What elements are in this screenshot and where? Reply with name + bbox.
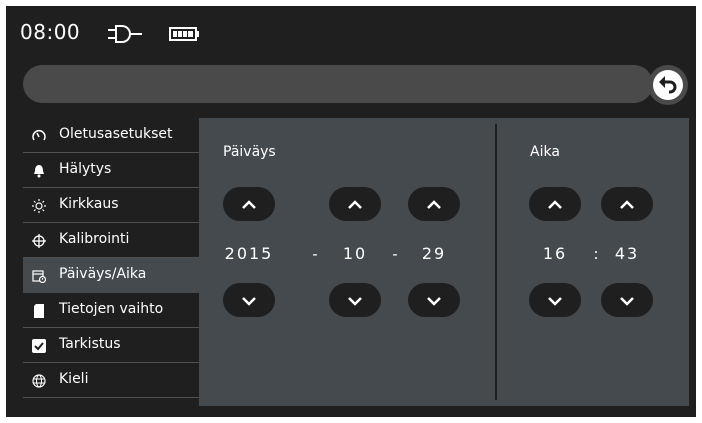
sidebar-item-label: Kirkkaus [59, 196, 119, 212]
chevron-up-icon [547, 195, 563, 214]
chevron-down-icon [547, 291, 563, 310]
device-screen: 08:00 Oletusasetukset Hälytys Kirkkaus K… [6, 6, 696, 417]
globe-icon [31, 373, 47, 389]
sidebar-item-defaults[interactable]: Oletusasetukset [23, 118, 199, 153]
chevron-down-icon [426, 291, 442, 310]
settings-sidebar: Oletusasetukset Hälytys Kirkkaus Kalibro… [23, 118, 199, 398]
chevron-up-icon [426, 195, 442, 214]
brightness-icon [31, 198, 47, 214]
plug-icon [106, 24, 144, 48]
year-value: 2015 [224, 244, 274, 263]
gauge-icon [31, 128, 47, 144]
month-down-button[interactable] [329, 283, 381, 317]
crosshair-icon [31, 233, 47, 249]
minute-up-button[interactable] [601, 187, 653, 221]
day-value: 29 [421, 244, 447, 263]
sidebar-item-label: Hälytys [59, 161, 112, 177]
time-heading: Aika [530, 144, 560, 160]
clock-time: 08:00 [20, 20, 81, 44]
sidebar-item-label: Kieli [59, 371, 89, 387]
back-arrow-icon [653, 70, 683, 100]
chevron-down-icon [619, 291, 635, 310]
status-bar: 08:00 [6, 6, 696, 58]
month-value: 10 [342, 244, 368, 263]
hour-value: 16 [542, 244, 568, 263]
calendar-clock-icon [31, 268, 47, 284]
hour-down-button[interactable] [529, 283, 581, 317]
back-button[interactable] [648, 65, 688, 105]
sidebar-item-label: Tarkistus [59, 336, 121, 352]
sidebar-item-check[interactable]: Tarkistus [23, 328, 199, 363]
date-time-panel: Päiväys Aika 2015 - 10 - 29 16 : 43 [199, 118, 689, 406]
battery-icon [169, 26, 201, 46]
chevron-down-icon [347, 291, 363, 310]
sidebar-item-label: Oletusasetukset [59, 126, 173, 142]
bell-icon [31, 163, 47, 179]
date-heading: Päiväys [223, 144, 276, 160]
checkbox-icon [31, 338, 47, 354]
year-up-button[interactable] [223, 187, 275, 221]
sidebar-item-alarm[interactable]: Hälytys [23, 153, 199, 188]
day-up-button[interactable] [408, 187, 460, 221]
hour-up-button[interactable] [529, 187, 581, 221]
month-up-button[interactable] [329, 187, 381, 221]
sidebar-item-brightness[interactable]: Kirkkaus [23, 188, 199, 223]
sd-card-icon [31, 303, 47, 319]
sidebar-item-label: Kalibrointi [59, 231, 130, 247]
chevron-down-icon [241, 291, 257, 310]
sidebar-item-language[interactable]: Kieli [23, 363, 199, 398]
chevron-up-icon [619, 195, 635, 214]
section-divider [495, 124, 497, 400]
sidebar-item-date-time[interactable]: Päiväys/Aika [23, 258, 199, 293]
path-bar [23, 65, 653, 103]
day-down-button[interactable] [408, 283, 460, 317]
sidebar-item-data-transfer[interactable]: Tietojen vaihto [23, 293, 199, 328]
minute-down-button[interactable] [601, 283, 653, 317]
chevron-up-icon [241, 195, 257, 214]
sidebar-item-calibration[interactable]: Kalibrointi [23, 223, 199, 258]
sidebar-item-label: Päiväys/Aika [59, 266, 147, 282]
chevron-up-icon [347, 195, 363, 214]
minute-value: 43 [614, 244, 640, 263]
year-down-button[interactable] [223, 283, 275, 317]
sidebar-item-label: Tietojen vaihto [59, 301, 164, 317]
